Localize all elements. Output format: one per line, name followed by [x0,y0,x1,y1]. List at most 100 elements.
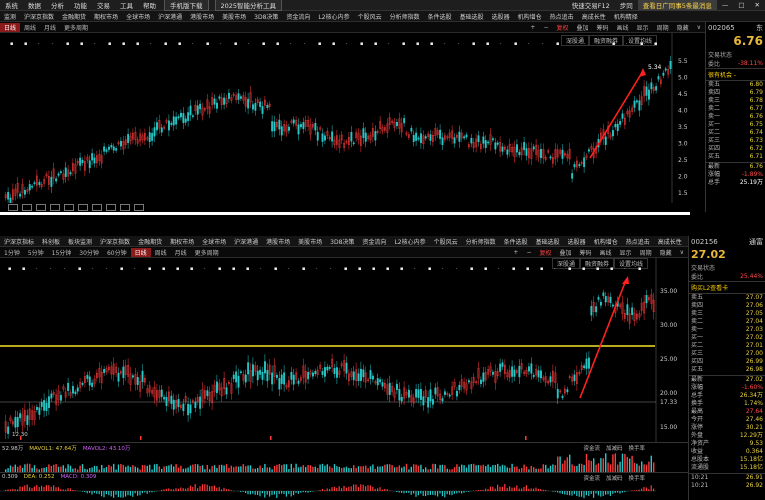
tool-icon-5[interactable] [64,204,74,211]
bottom-nav-item[interactable]: 沪深港通 [230,237,262,246]
top-overlay-button[interactable]: 叠加 [573,23,593,32]
tool-icon-8[interactable] [106,204,116,211]
top-nav-item[interactable]: 基础选股 [456,12,488,21]
top-nav-item[interactable]: 选股器 [488,12,514,21]
top-nav-item[interactable]: 沪深京指数 [20,12,58,21]
top-period-daily[interactable]: 日线 [0,22,21,32]
top-zoom-out-icon[interactable]: − [539,24,552,31]
bottom-nav-item[interactable]: 条件选股 [500,237,532,246]
top-nav-item[interactable]: 条件选股 [424,12,456,21]
menu-data[interactable]: 数据 [23,0,46,10]
bottom-period-item[interactable]: 60分钟 [103,248,131,257]
tool-icon-2[interactable] [22,204,32,211]
top-chips-button[interactable]: 筹码 [593,23,613,32]
bottom-period-item[interactable]: 1分钟 [0,248,24,257]
top-nav-item[interactable]: 沪深港通 [154,12,186,21]
bottom-nav-item[interactable]: 分析师指数 [462,237,500,246]
mobile-download-button[interactable]: 手机版下载 [164,0,209,11]
top-nav-item[interactable]: 机构增仓 [514,12,546,21]
top-nav-item[interactable]: 3D8决策 [250,12,282,21]
tool-icon-6[interactable] [78,204,88,211]
bottom-tool-button[interactable]: 复权 [535,248,555,257]
news-ticker[interactable]: 查看日广同事5条最消息 [637,0,717,10]
menu-tools[interactable]: 工具 [115,0,138,10]
minimize-icon[interactable]: — [717,1,734,9]
bottom-tool-button[interactable]: 周期 [636,248,656,257]
bottom-nav-item[interactable]: 沪深京指标 [0,237,38,246]
bottom-tool-button[interactable]: 显示 [616,248,636,257]
bottom-nav-item[interactable]: 3D8决策 [326,237,358,246]
top-nav-item[interactable]: 美股市场 [218,12,250,21]
bottom-nav-item[interactable]: 期权市场 [166,237,198,246]
tool-icon-3[interactable] [36,204,46,211]
bottom-nav-item[interactable]: 热点追击 [622,237,654,246]
top-nav-item[interactable]: 期权市场 [90,12,122,21]
bottom-tool-button[interactable]: 筹码 [576,248,596,257]
top-nav-item[interactable]: L2核心内参 [314,12,353,21]
top-nav-item[interactable]: 热点追击 [546,12,578,21]
bottom-tool-button[interactable]: 隐藏 [656,248,676,257]
bottom-nav-item[interactable]: 科创板 [38,237,64,246]
bottom-nav-item[interactable]: 金融期货 [134,237,166,246]
quick-trade-button[interactable]: 快速交易F12 [567,0,615,10]
volume-panel[interactable]: 52.98万 MAVOL1: 47.64万 MAVOL2: 43.10万 资金流… [0,442,688,472]
bottom-tool-button[interactable]: 叠加 [556,248,576,257]
top-display-button[interactable]: 显示 [633,23,653,32]
close-icon[interactable]: ✕ [750,1,765,9]
top-zoom-in-icon[interactable]: + [526,24,539,31]
smart-tool-button[interactable]: 2025智能分析工具 [214,0,283,11]
bottom-nav-item[interactable]: 机构增仓 [590,237,622,246]
top-hide-button[interactable]: 隐藏 [673,23,693,32]
bottom-zoom-out-icon[interactable]: − [522,249,535,256]
bottom-nav-item[interactable]: 基础选股 [532,237,564,246]
top-cycle-button[interactable]: 周期 [653,23,673,32]
bottom-nav-item[interactable]: 港股市场 [262,237,294,246]
menu-function[interactable]: 功能 [69,0,92,10]
top-nav-item[interactable]: 高成长性 [578,12,610,21]
top-collapse-icon[interactable]: ∨ [693,24,705,31]
bottom-zoom-in-icon[interactable]: + [509,249,522,256]
bottom-period-item[interactable]: 30分钟 [75,248,103,257]
maximize-icon[interactable]: □ [733,1,749,9]
menu-analysis[interactable]: 分析 [46,0,69,10]
tool-icon-9[interactable] [120,204,130,211]
bottom-nav-item[interactable]: 全球市场 [198,237,230,246]
bottom-period-item[interactable]: 15分钟 [48,248,76,257]
top-nav-item[interactable]: 全球市场 [122,12,154,21]
top-fuquan-button[interactable]: 复权 [552,23,572,32]
bottom-collapse-icon[interactable]: ∨ [676,249,688,256]
menu-system[interactable]: 系统 [0,0,23,10]
bottom-nav-item[interactable]: 个股风云 [430,237,462,246]
tool-icon-4[interactable] [50,204,60,211]
bottom-nav-item[interactable]: 沪深京指数 [96,237,134,246]
top-nav-item[interactable]: 机构精择 [610,12,642,21]
top-nav-item[interactable]: 分析师指数 [386,12,424,21]
tool-icon-7[interactable] [92,204,102,211]
bottom-tag[interactable]: 购买L2查看卡 [689,281,765,294]
top-draw-button[interactable]: 画线 [613,23,633,32]
bottom-chart[interactable]: 深股通 融资融券 设置均线 35.00 30.00 25.00 20.00 15.00 ▪… [0,258,688,442]
top-nav-item[interactable]: 金融期货 [58,12,90,21]
bottom-period-item[interactable]: 5分钟 [24,248,48,257]
bottom-tool-button[interactable]: 画线 [596,248,616,257]
tool-icon-1[interactable] [8,204,18,211]
bottom-nav-item[interactable]: 板块监测 [64,237,96,246]
top-chart[interactable]: 深股通 融资融券 设置均线 5.5 5.0 4.5 4.0 3.5 3.0 2.5 2.0 1.… [0,33,705,203]
top-nav-item[interactable]: 个股风云 [354,12,386,21]
menu-trade[interactable]: 交易 [92,0,115,10]
bottom-period-item[interactable]: 周线 [151,248,171,257]
top-nav-item[interactable]: 资金流向 [282,12,314,21]
top-tag[interactable]: 很有机会 - [706,68,765,81]
bottom-nav-item[interactable]: 资金流向 [358,237,390,246]
top-period-more[interactable]: 更多周期 [60,23,92,32]
bottom-period-item[interactable]: 日线 [130,247,151,257]
macd-panel[interactable]: 0.309 DEA: 0.252 MACD: 0.309 资金流 加减码 换手率 [0,472,688,500]
menu-help[interactable]: 帮助 [138,0,161,10]
top-period-monthly[interactable]: 月线 [40,23,60,32]
bottom-nav-item[interactable]: 高成长性 [654,237,686,246]
tool-icon-10[interactable] [134,204,144,211]
top-nav-item[interactable]: 监测 [0,12,20,21]
top-period-weekly[interactable]: 周线 [20,23,40,32]
bottom-nav-item[interactable]: L2核心内参 [390,237,429,246]
top-nav-item[interactable]: 港股市场 [186,12,218,21]
